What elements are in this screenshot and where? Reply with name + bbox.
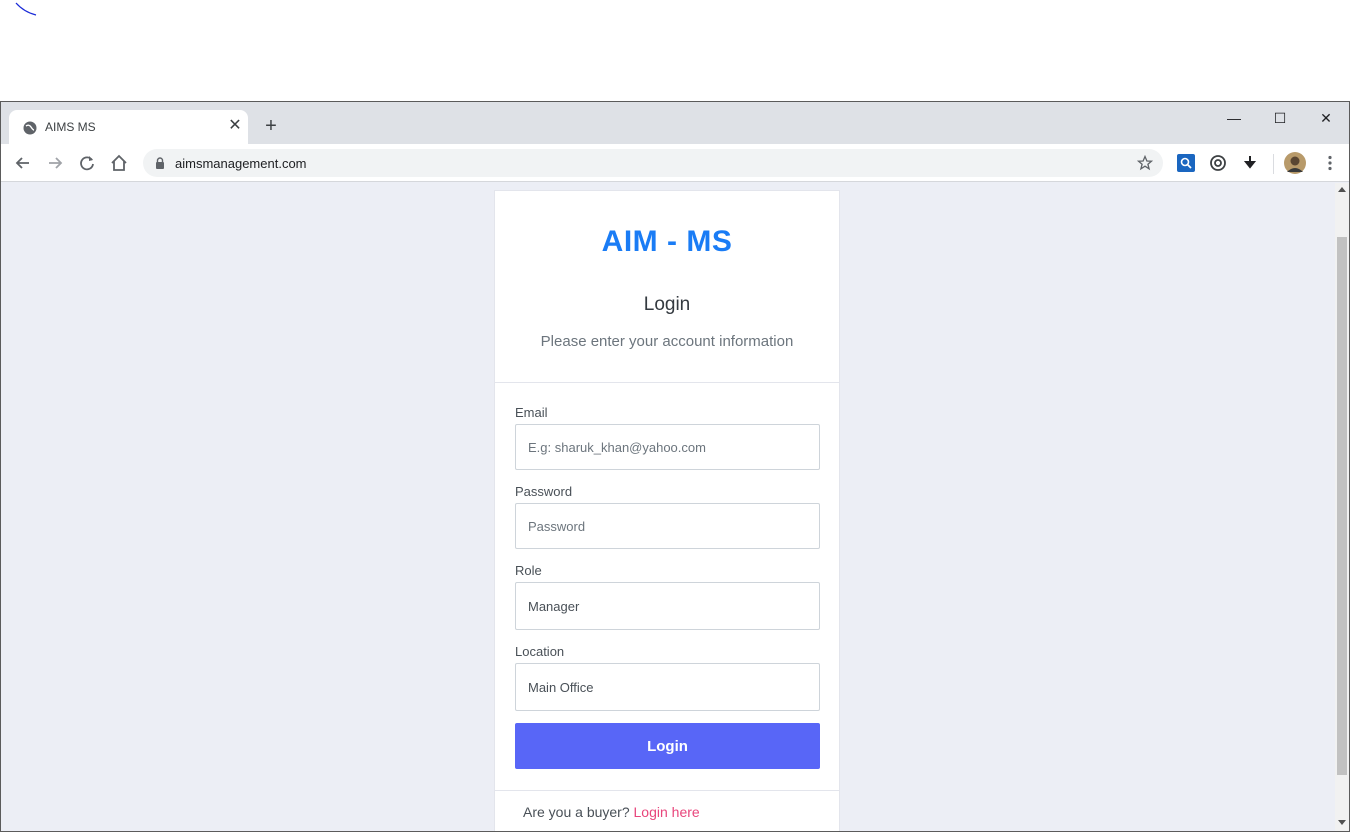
avatar[interactable] bbox=[1284, 152, 1306, 174]
tab-title: AIMS MS bbox=[45, 120, 96, 134]
login-card: AIM - MS Login Please enter your account… bbox=[494, 190, 840, 831]
page-content: AIM - MS Login Please enter your account… bbox=[1, 183, 1335, 831]
desktop-background bbox=[0, 0, 1350, 101]
maximize-button[interactable]: ☐ bbox=[1265, 108, 1295, 128]
forward-icon[interactable] bbox=[44, 152, 66, 174]
divider bbox=[495, 382, 839, 383]
scrollbar-thumb[interactable] bbox=[1337, 237, 1347, 775]
star-icon[interactable] bbox=[1137, 155, 1153, 171]
scroll-down-arrow[interactable] bbox=[1338, 820, 1346, 825]
tab-close-button[interactable]: ✕ bbox=[227, 118, 243, 134]
buyer-login-link[interactable]: Login here bbox=[634, 804, 700, 820]
link-extension-icon[interactable] bbox=[1209, 154, 1227, 172]
new-tab-button[interactable]: + bbox=[261, 116, 281, 136]
pen-stroke bbox=[15, 2, 37, 16]
page-scrollbar[interactable] bbox=[1335, 183, 1349, 831]
buyer-prompt: Are you a buyer? bbox=[523, 804, 630, 820]
back-icon[interactable] bbox=[12, 152, 34, 174]
lock-icon bbox=[156, 157, 164, 169]
password-field[interactable] bbox=[515, 503, 820, 549]
home-icon[interactable] bbox=[108, 152, 130, 174]
address-bar[interactable]: aimsmanagement.com bbox=[143, 149, 1163, 177]
scroll-up-arrow[interactable] bbox=[1338, 187, 1346, 192]
reload-icon[interactable] bbox=[76, 152, 98, 174]
email-label: Email bbox=[515, 405, 548, 420]
divider bbox=[495, 790, 839, 791]
role-field[interactable] bbox=[515, 582, 820, 630]
tab-aims-ms[interactable]: AIMS MS ✕ bbox=[9, 110, 248, 144]
menu-icon[interactable] bbox=[1321, 154, 1339, 172]
page-title: Login bbox=[643, 294, 691, 315]
location-field[interactable] bbox=[515, 663, 820, 711]
download-icon[interactable] bbox=[1241, 154, 1259, 172]
buyer-login-row: Are you a buyer? Login here bbox=[523, 804, 700, 820]
role-label: Role bbox=[515, 563, 542, 578]
browser-toolbar: aimsmanagement.com bbox=[1, 144, 1349, 182]
globe-icon bbox=[23, 121, 37, 135]
close-window-button[interactable]: ✕ bbox=[1311, 108, 1341, 128]
page-subtitle: Please enter your account information bbox=[540, 333, 794, 350]
url-text: aimsmanagement.com bbox=[175, 156, 307, 171]
browser-window: AIMS MS ✕ + — ☐ ✕ aimsmanagement.com AIM… bbox=[0, 101, 1350, 832]
brand-logo: AIM - MS bbox=[601, 225, 733, 258]
search-extension-icon[interactable] bbox=[1177, 154, 1195, 172]
location-label: Location bbox=[515, 644, 565, 659]
minimize-button[interactable]: — bbox=[1219, 108, 1249, 128]
password-label: Password bbox=[515, 484, 573, 499]
login-button[interactable]: Login bbox=[515, 723, 820, 769]
toolbar-separator bbox=[1273, 154, 1274, 174]
email-field[interactable] bbox=[515, 424, 820, 470]
tab-bar: AIMS MS ✕ + — ☐ ✕ bbox=[1, 102, 1349, 144]
